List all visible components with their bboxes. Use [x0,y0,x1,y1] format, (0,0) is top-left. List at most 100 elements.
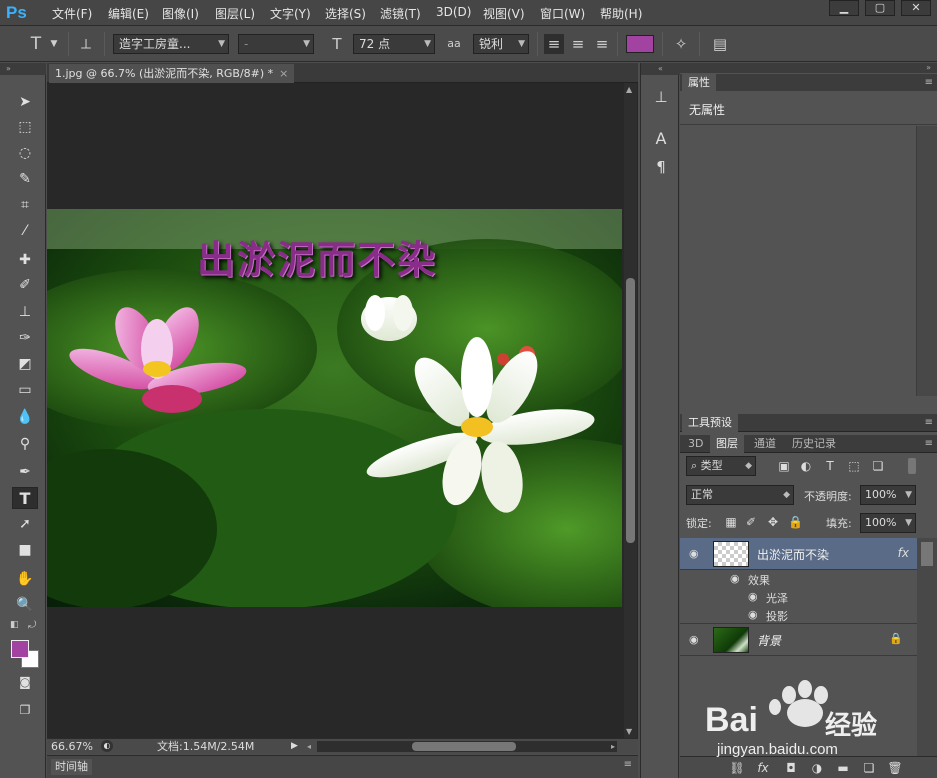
visibility-eye-icon[interactable]: ◉ [689,547,699,560]
font-family-select[interactable]: 造字工房童... ▼ [113,34,229,54]
screen-mode-icon[interactable]: ❐ [12,699,38,721]
add-style-icon[interactable]: fx [754,760,772,776]
properties-scrollbar[interactable] [917,126,937,396]
healing-tool-icon[interactable]: ✚ [12,249,38,271]
horizontal-scrollbar[interactable] [317,741,617,752]
adjustment-layer-icon[interactable]: ◑ [808,760,826,776]
lock-transparency-icon[interactable]: ▦ [724,514,738,530]
horizontal-scroll-thumb[interactable] [412,742,516,751]
link-layers-icon[interactable]: ⛓ [728,760,746,776]
vertical-scroll-thumb[interactable] [626,278,635,543]
history-brush-tool-icon[interactable]: ✑ [12,327,38,349]
layer-name[interactable]: 背景 [757,632,781,649]
warp-text-icon[interactable]: ✧ [671,34,691,54]
lock-all-icon[interactable]: 🔒 [788,514,803,530]
brush-tool-icon[interactable]: ✐ [12,274,38,296]
font-style-select[interactable]: - ▼ [238,34,314,54]
visibility-eye-icon[interactable]: ◉ [689,633,699,646]
tool-preset-chevron-icon[interactable]: ▼ [48,34,60,54]
minimize-button[interactable]: ▁ [829,0,859,16]
menu-filter[interactable]: 滤镜(T) [380,5,421,22]
vertical-scrollbar[interactable]: ▲ ▼ [624,83,637,738]
fill-input[interactable]: 100% ▼ [860,513,916,533]
filter-pixel-icon[interactable]: ▣ [776,458,792,474]
menu-help[interactable]: 帮助(H) [600,5,642,22]
gradient-tool-icon[interactable]: ▭ [12,379,38,401]
antialias-select[interactable]: 锐利 ▼ [473,34,529,54]
restore-button[interactable]: ▢ [865,0,895,16]
foreground-color-swatch[interactable] [11,640,29,658]
effects-eye-icon[interactable]: ◉ [730,572,740,585]
lock-pixels-icon[interactable]: ✐ [744,514,758,530]
filter-toggle[interactable] [908,458,916,474]
close-tab-icon[interactable]: × [279,67,288,80]
font-size-select[interactable]: 72 点 ▼ [353,34,435,54]
tab-tool-presets[interactable]: 工具预设 [682,414,738,432]
effect-row-drop-shadow[interactable]: ◉ 投影 [680,606,917,624]
marquee-tool-icon[interactable]: ⬚ [12,116,38,138]
menu-layer[interactable]: 图层(L) [215,5,255,22]
layers-scroll-thumb[interactable] [921,542,933,566]
path-select-tool-icon[interactable]: ➚ [12,513,38,535]
scroll-left-icon[interactable]: ◂ [307,739,311,754]
align-center-icon[interactable]: ≡ [568,34,588,54]
menu-select[interactable]: 选择(S) [325,5,366,22]
lock-position-icon[interactable]: ✥ [766,514,780,530]
quick-mask-icon[interactable]: ◙ [12,671,38,693]
dodge-tool-icon[interactable]: ⚲ [12,433,38,455]
eraser-tool-icon[interactable]: ◩ [12,353,38,375]
menu-file[interactable]: 文件(F) [52,5,92,22]
tab-channels[interactable]: 通道 [748,435,782,453]
quick-select-tool-icon[interactable]: ✎ [12,168,38,190]
layer-name[interactable]: 出淤泥而不染 [757,546,829,563]
character-panel-icon[interactable]: ▤ [710,34,730,54]
layer-row-text[interactable]: ◉ 出淤泥而不染 fx [680,538,917,570]
tools-panel-header[interactable]: » [0,63,46,75]
menu-3d[interactable]: 3D(D) [436,5,471,19]
status-menu-arrow-icon[interactable]: ▶ [291,739,298,754]
status-info-icon[interactable]: ◐ [101,740,113,752]
timeline-tab[interactable]: 时间轴 [51,759,92,775]
type-tool-icon[interactable]: T [26,34,46,54]
effects-row[interactable]: ◉ 效果 [680,570,917,588]
add-mask-icon[interactable]: ◘ [782,760,800,776]
delete-layer-icon[interactable]: 🗑 [886,760,904,776]
layer-filter-select[interactable]: ⌕ 类型 ◆ [686,456,756,476]
menu-view[interactable]: 视图(V) [483,5,525,22]
filter-shape-icon[interactable]: ⬚ [846,458,862,474]
filter-type-icon[interactable]: T [822,458,838,474]
default-colors-icon[interactable]: ◧ [10,620,19,630]
document-tab[interactable]: 1.jpg @ 66.7% (出淤泥而不染, RGB/8#) * × [49,64,295,83]
panel-collapse-icon[interactable]: » [680,63,937,73]
zoom-tool-icon[interactable]: 🔍 [12,594,38,616]
align-left-icon[interactable]: ≡ [544,34,564,54]
scroll-right-icon[interactable]: ▸ [611,739,615,754]
menu-image[interactable]: 图像(I) [162,5,199,22]
stamp-tool-icon[interactable]: ⊥ [12,301,38,323]
tool-presets-icon[interactable]: ⊥ [651,87,671,107]
align-right-icon[interactable]: ≡ [592,34,612,54]
new-group-icon[interactable]: ▬ [834,760,852,776]
eyedropper-tool-icon[interactable]: ⁄ [12,220,38,242]
layers-scrollbar[interactable] [917,538,937,756]
lasso-tool-icon[interactable]: ◌ [12,142,38,164]
type-tool-active-icon[interactable]: T [12,487,38,509]
timeline-menu-icon[interactable]: ≡ [624,759,632,770]
satin-eye-icon[interactable]: ◉ [748,590,758,603]
blend-mode-select[interactable]: 正常 ◆ [686,485,794,505]
properties-menu-icon[interactable]: ≡ [925,74,933,92]
tab-properties[interactable]: 属性 [682,74,716,92]
hand-tool-icon[interactable]: ✋ [12,568,38,590]
tool-presets-menu-icon[interactable]: ≡ [925,414,933,432]
move-tool-icon[interactable]: ➤ [12,91,38,113]
blur-tool-icon[interactable]: 💧 [12,406,38,428]
filter-adjustment-icon[interactable]: ◐ [798,458,814,474]
menu-edit[interactable]: 编辑(E) [108,5,149,22]
effect-row-satin[interactable]: ◉ 光泽 [680,588,917,606]
close-button[interactable]: ✕ [901,0,931,16]
fx-icon[interactable]: fx [898,546,909,560]
filter-smart-object-icon[interactable]: ❏ [870,458,886,474]
orientation-icon[interactable]: ⟂ [76,34,96,54]
tab-3d[interactable]: 3D [682,435,709,453]
strip-collapse-icon[interactable]: « [641,63,680,75]
